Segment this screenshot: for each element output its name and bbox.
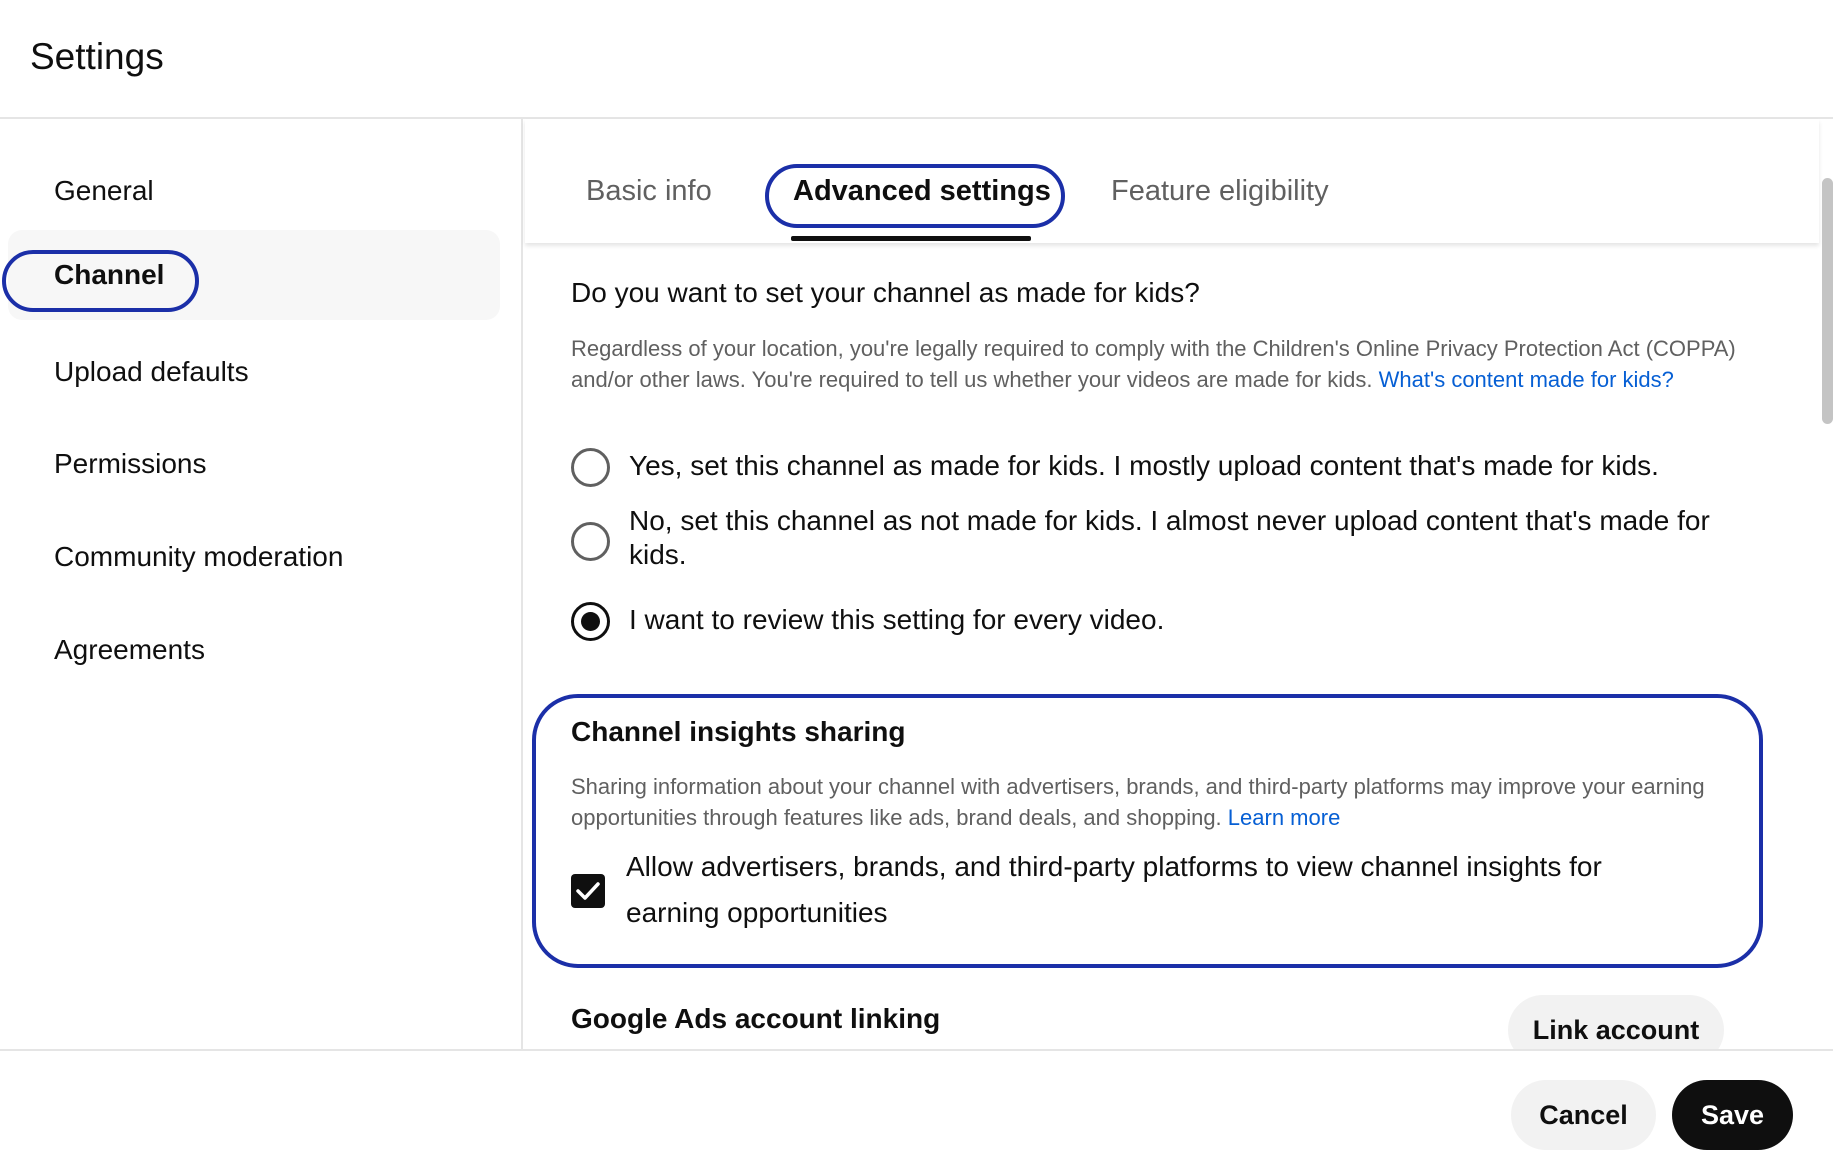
sidebar-item-label: Community moderation	[54, 541, 344, 572]
insights-description-text: Sharing information about your channel w…	[571, 774, 1705, 830]
radio-label: No, set this channel as not made for kid…	[629, 505, 1710, 570]
insights-checkbox[interactable]	[571, 874, 605, 908]
radio-label: I want to review this setting for every …	[629, 604, 1165, 635]
insights-title: Channel insights sharing	[571, 716, 906, 747]
kids-content-link[interactable]: What's content made for kids?	[1379, 367, 1674, 392]
sidebar-item-community-moderation[interactable]: Community moderation	[8, 512, 500, 602]
radio-button[interactable]	[571, 448, 610, 487]
tab-feature-eligibility[interactable]: Feature eligibility	[1111, 175, 1329, 208]
sidebar-item-label: General	[54, 175, 154, 206]
page-title: Settings	[30, 36, 164, 77]
google-ads-title: Google Ads account linking	[571, 1003, 941, 1034]
scrollbar[interactable]	[1822, 178, 1833, 424]
sidebar-item-label: Upload defaults	[54, 356, 249, 387]
radio-label: Yes, set this channel as made for kids. …	[629, 450, 1659, 481]
tab-bar: Basic info Advanced settings Feature eli…	[525, 119, 1819, 243]
radio-button[interactable]	[571, 522, 610, 561]
insights-description: Sharing information about your channel w…	[571, 771, 1741, 833]
sidebar-item-general[interactable]: General	[8, 146, 500, 236]
kids-description: Regardless of your location, you're lega…	[571, 333, 1741, 395]
sidebar-item-upload-defaults[interactable]: Upload defaults	[8, 327, 500, 417]
radio-button-selected[interactable]	[571, 602, 610, 641]
settings-page: Settings General Channel Upload defaults…	[0, 0, 1833, 1176]
footer: Cancel Save	[0, 1049, 1833, 1176]
kids-question: Do you want to set your channel as made …	[571, 277, 1200, 308]
insights-checkbox-label: Allow advertisers, brands, and third-par…	[626, 851, 1602, 928]
sidebar-item-permissions[interactable]: Permissions	[8, 419, 500, 509]
learn-more-link[interactable]: Learn more	[1228, 805, 1341, 830]
sidebar-item-label: Agreements	[54, 634, 205, 665]
checkmark-icon	[576, 882, 600, 900]
sidebar: General Channel Upload defaults Permissi…	[0, 119, 523, 1049]
sidebar-item-agreements[interactable]: Agreements	[8, 605, 500, 695]
save-button[interactable]: Save	[1672, 1080, 1793, 1150]
active-tab-indicator	[791, 236, 1031, 241]
sidebar-item-label: Channel	[54, 259, 165, 290]
sidebar-item-label: Permissions	[54, 448, 207, 479]
tab-advanced-settings[interactable]: Advanced settings	[793, 175, 1051, 208]
header: Settings	[0, 0, 1833, 119]
sidebar-item-channel[interactable]: Channel	[8, 230, 500, 320]
tab-basic-info[interactable]: Basic info	[586, 175, 712, 208]
cancel-button[interactable]: Cancel	[1511, 1080, 1656, 1150]
